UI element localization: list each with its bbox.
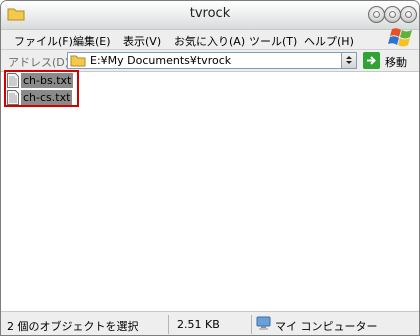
address-input[interactable]: E:¥My Documents¥tvrock: [67, 52, 357, 69]
address-path: E:¥My Documents¥tvrock: [90, 54, 232, 67]
maximize-button[interactable]: [384, 6, 401, 23]
windows-logo-icon: [388, 28, 412, 47]
annotation-highlight-box: [4, 70, 79, 107]
menu-bar: ファイル(F) 編集(E) 表示(V) お気に入り(A) ツール(T) ヘルプ(…: [1, 30, 419, 50]
close-button[interactable]: [400, 6, 417, 23]
status-location: マイ コンピューター: [275, 320, 378, 333]
status-divider: [168, 315, 169, 334]
go-button[interactable]: 移動: [363, 52, 417, 69]
folder-icon: [70, 55, 86, 67]
explorer-window: tvrock ファイル(F) 編集(E) 表示(V) お気に入り(A) ツール(…: [0, 0, 420, 336]
status-divider: [251, 315, 252, 334]
computer-icon: [256, 316, 271, 330]
status-bar: 2 個のオブジェクトを選択 2.51 KB マイ コンピューター: [1, 311, 419, 335]
minimize-button[interactable]: [368, 6, 385, 23]
status-size: 2.51 KB: [177, 318, 220, 331]
window-title: tvrock: [189, 6, 231, 21]
menu-file[interactable]: ファイル(F): [14, 33, 73, 49]
title-bar[interactable]: tvrock: [1, 1, 419, 30]
file-list-pane[interactable]: ch-bs.txt ch-cs.txt: [1, 72, 419, 310]
go-arrow-icon: [363, 52, 380, 69]
status-selection-count: 2 個のオブジェクトを選択: [7, 320, 139, 333]
menu-help[interactable]: ヘルプ(H): [304, 33, 354, 49]
go-label: 移動: [385, 56, 407, 69]
menu-edit[interactable]: 編集(E): [73, 33, 111, 49]
address-bar: アドレス(D) E:¥My Documents¥tvrock 移動: [1, 50, 419, 72]
menu-view[interactable]: 表示(V): [123, 33, 161, 49]
address-dropdown-button[interactable]: [341, 53, 356, 68]
menu-tools[interactable]: ツール(T): [249, 33, 297, 49]
menu-favorites[interactable]: お気に入り(A): [174, 33, 245, 49]
address-label: アドレス(D): [8, 56, 70, 69]
